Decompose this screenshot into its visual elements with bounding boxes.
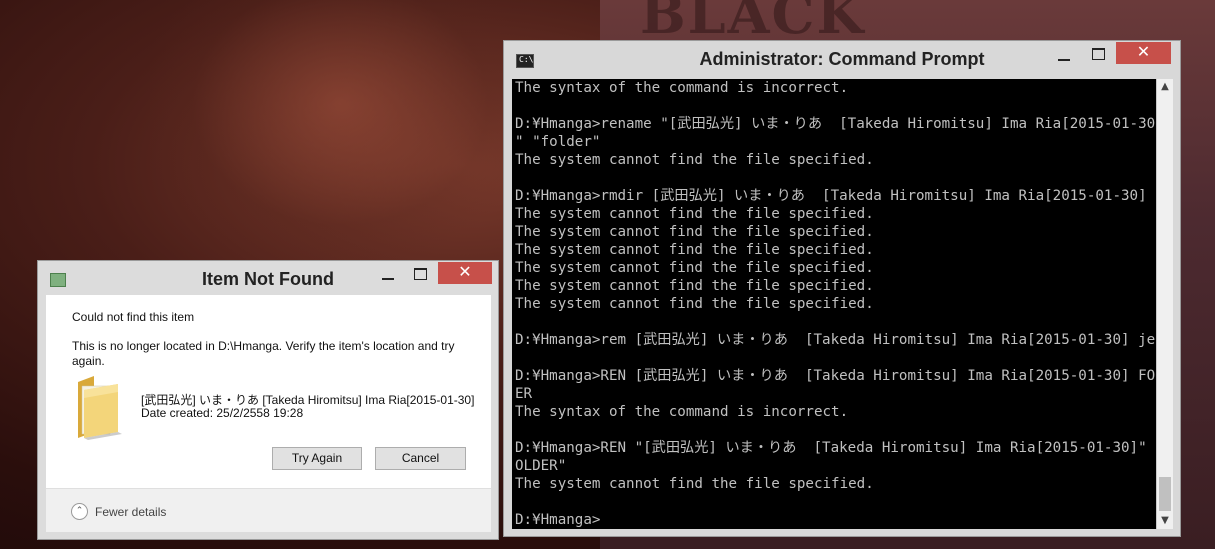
item-date-created: Date created: 25/2/2558 19:28 xyxy=(141,406,304,420)
scroll-thumb[interactable] xyxy=(1159,477,1171,511)
try-again-button[interactable]: Try Again xyxy=(272,447,362,470)
scroll-down-arrow-icon[interactable]: ▼ xyxy=(1157,513,1173,529)
close-button[interactable]: ✕ xyxy=(1116,42,1171,64)
console-line: The syntax of the command is incorrect. xyxy=(515,80,849,96)
console-line: The system cannot find the file specifie… xyxy=(515,278,874,294)
cmd-titlebar[interactable]: C:\ Administrator: Command Prompt ✕ xyxy=(504,41,1180,79)
console-line: OLDER" xyxy=(515,458,567,474)
folder-icon xyxy=(78,376,122,440)
console-line: The system cannot find the file specifie… xyxy=(515,242,874,258)
console-line: The syntax of the command is incorrect. xyxy=(515,404,849,420)
minimize-button[interactable] xyxy=(1052,43,1076,63)
dialog-message: This is no longer located in D:\Hmanga. … xyxy=(72,339,455,368)
maximize-button[interactable] xyxy=(1086,43,1110,63)
dialog-heading: Could not find this item xyxy=(72,310,195,324)
console-line: D:¥Hmanga>rename "[武田弘光] いま・りあ [Takeda H… xyxy=(515,116,1156,132)
dialog-body: Could not find this item This is no long… xyxy=(46,295,491,488)
command-prompt-window: C:\ Administrator: Command Prompt ✕ The … xyxy=(503,40,1181,537)
console-line: D:¥Hmanga> xyxy=(515,512,601,528)
console-line: " "folder" xyxy=(515,134,601,150)
dialog-footer: ⌃ Fewer details xyxy=(46,488,491,532)
item-not-found-dialog: Item Not Found ✕ Could not find this ite… xyxy=(37,260,499,540)
chevron-up-icon[interactable]: ⌃ xyxy=(71,503,88,520)
dialog-minimize-button[interactable] xyxy=(376,263,400,283)
console-line: The system cannot find the file specifie… xyxy=(515,206,874,222)
console-line: The system cannot find the file specifie… xyxy=(515,260,874,276)
vertical-scrollbar[interactable]: ▲ ▼ xyxy=(1156,79,1173,529)
cmd-window-title: Administrator: Command Prompt xyxy=(699,49,985,69)
console-line: D:¥Hmanga>REN [武田弘光] いま・りあ [Takeda Hirom… xyxy=(515,368,1156,384)
console-line: The system cannot find the file specifie… xyxy=(515,296,874,312)
console-line: D:¥Hmanga>rem [武田弘光] いま・りあ [Takeda Hirom… xyxy=(515,332,1156,348)
wallpaper-swirl xyxy=(150,0,530,260)
cancel-button[interactable]: Cancel xyxy=(375,447,466,470)
dialog-maximize-button[interactable] xyxy=(408,263,432,283)
scroll-up-arrow-icon[interactable]: ▲ xyxy=(1157,79,1173,95)
fewer-details-label[interactable]: Fewer details xyxy=(95,505,166,519)
console-line: The system cannot find the file specifie… xyxy=(515,152,874,168)
console-line: The system cannot find the file specifie… xyxy=(515,476,874,492)
console-line: D:¥Hmanga>REN "[武田弘光] いま・りあ [Takeda Hiro… xyxy=(515,440,1156,456)
dialog-close-button[interactable]: ✕ xyxy=(438,262,492,284)
console-output[interactable]: The syntax of the command is incorrect. D… xyxy=(512,79,1156,529)
console-line: ER xyxy=(515,386,533,402)
console-line: D:¥Hmanga>rmdir [武田弘光] いま・りあ [Takeda Hir… xyxy=(515,188,1147,204)
console-line: The system cannot find the file specifie… xyxy=(515,224,874,240)
